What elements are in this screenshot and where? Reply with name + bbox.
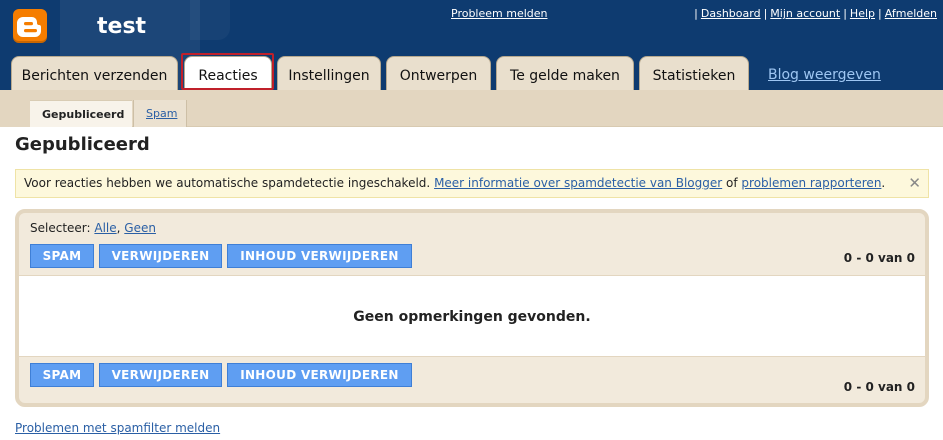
subtab-published[interactable]: Gepubliceerd bbox=[30, 100, 132, 127]
delete-content-button[interactable]: INHOUD VERWIJDEREN bbox=[227, 363, 412, 387]
spam-notice: Voor reacties hebben we automatische spa… bbox=[15, 169, 929, 198]
app-header: test Probleem melden | Dashboard | Mijn acc… bbox=[0, 0, 943, 90]
header-decoration bbox=[190, 0, 230, 40]
top-links: | Dashboard | Mijn account | Help | Afmelden bbox=[694, 7, 937, 20]
active-tab-highlight bbox=[181, 53, 274, 90]
empty-message: Geen opmerkingen gevonden. bbox=[353, 309, 591, 325]
tab-label: Berichten verzenden bbox=[21, 68, 168, 84]
comments-panel: Selecteer: Alle, Geen SPAM VERWIJDEREN I… bbox=[15, 209, 929, 407]
help-link[interactable]: Help bbox=[850, 7, 875, 20]
tab-label: Te gelde maken bbox=[510, 68, 620, 84]
tab-settings[interactable]: Instellingen bbox=[277, 56, 381, 90]
tab-posting[interactable]: Berichten verzenden bbox=[11, 56, 178, 90]
spam-button[interactable]: SPAM bbox=[30, 363, 94, 387]
delete-button[interactable]: VERWIJDEREN bbox=[99, 363, 222, 387]
blogger-logo-icon bbox=[17, 17, 41, 37]
select-none-link[interactable]: Geen bbox=[124, 221, 156, 235]
tab-monetize[interactable]: Te gelde maken bbox=[496, 56, 634, 90]
delete-button[interactable]: VERWIJDEREN bbox=[99, 244, 222, 268]
blogger-logo-icon[interactable] bbox=[13, 9, 47, 43]
comments-list: Geen opmerkingen gevonden. bbox=[19, 275, 925, 357]
tab-label: Statistieken bbox=[652, 68, 736, 84]
select-label: Selecteer: bbox=[30, 221, 91, 235]
tab-design[interactable]: Ontwerpen bbox=[386, 56, 491, 90]
page-title: Gepubliceerd bbox=[15, 134, 150, 155]
pagination-count: 0 - 0 van 0 bbox=[843, 380, 915, 394]
notice-text: of bbox=[726, 176, 738, 190]
select-row: Selecteer: Alle, Geen bbox=[30, 221, 156, 235]
tab-label: Instellingen bbox=[288, 68, 370, 84]
tab-stats[interactable]: Statistieken bbox=[639, 56, 749, 90]
report-problem-link[interactable]: Probleem melden bbox=[451, 7, 548, 20]
report-spam-filter-link[interactable]: Problemen met spamfilter melden bbox=[15, 421, 220, 435]
spam-info-link[interactable]: Meer informatie over spamdetectie van Bl… bbox=[434, 176, 722, 190]
tab-label: Ontwerpen bbox=[399, 68, 478, 84]
notice-text: Voor reacties hebben we automatische spa… bbox=[24, 176, 431, 190]
subtab-spam[interactable]: Spam bbox=[133, 100, 187, 127]
pagination-count: 0 - 0 van 0 bbox=[843, 251, 915, 265]
report-problems-link[interactable]: problemen rapporteren bbox=[741, 176, 881, 190]
spam-button[interactable]: SPAM bbox=[30, 244, 94, 268]
my-account-link[interactable]: Mijn account bbox=[770, 7, 840, 20]
view-blog-link[interactable]: Blog weergeven bbox=[768, 67, 881, 83]
sub-navigation: Gepubliceerd Spam bbox=[0, 90, 943, 127]
select-all-link[interactable]: Alle bbox=[94, 221, 116, 235]
delete-content-button[interactable]: INHOUD VERWIJDEREN bbox=[227, 244, 412, 268]
dashboard-link[interactable]: Dashboard bbox=[701, 7, 761, 20]
sign-out-link[interactable]: Afmelden bbox=[885, 7, 937, 20]
blog-title: test bbox=[97, 14, 147, 39]
notice-text: . bbox=[881, 176, 886, 190]
close-icon[interactable]: ✕ bbox=[908, 170, 921, 197]
